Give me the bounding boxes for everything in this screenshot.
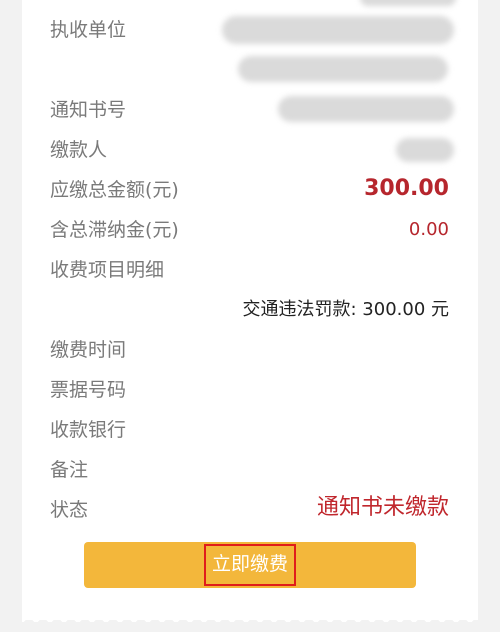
fee-item-detail: 交通违法罚款: 300.00 元: [242, 299, 450, 320]
pay-now-button[interactable]: 立即缴费: [84, 542, 416, 588]
receipt-torn-edge: [22, 612, 478, 622]
receipt-no-label: 票据号码: [50, 379, 127, 401]
status-value: 通知书未缴款: [316, 495, 449, 520]
total-amount-value: 300.00: [364, 176, 449, 201]
pay-time-label: 缴费时间: [50, 339, 127, 361]
bank-label: 收款银行: [50, 419, 127, 441]
late-fee-value: 0.00: [408, 219, 449, 240]
unit-value-redacted: [222, 16, 454, 44]
status-label: 状态: [50, 499, 89, 521]
total-amount-label: 应缴总金额(元): [50, 179, 179, 201]
pay-now-button-label: 立即缴费: [203, 544, 296, 586]
unit-value-redacted-line2: [238, 56, 448, 82]
payer-label: 缴款人: [50, 139, 108, 161]
payer-redacted: [396, 138, 454, 162]
remark-label: 备注: [50, 459, 89, 481]
redacted-value: [360, 0, 456, 6]
notice-no-redacted: [278, 96, 454, 122]
late-fee-label: 含总滞纳金(元): [50, 219, 179, 241]
unit-label: 执收单位: [50, 19, 127, 41]
fee-items-label: 收费项目明细: [50, 259, 165, 281]
notice-no-label: 通知书号: [50, 99, 127, 121]
